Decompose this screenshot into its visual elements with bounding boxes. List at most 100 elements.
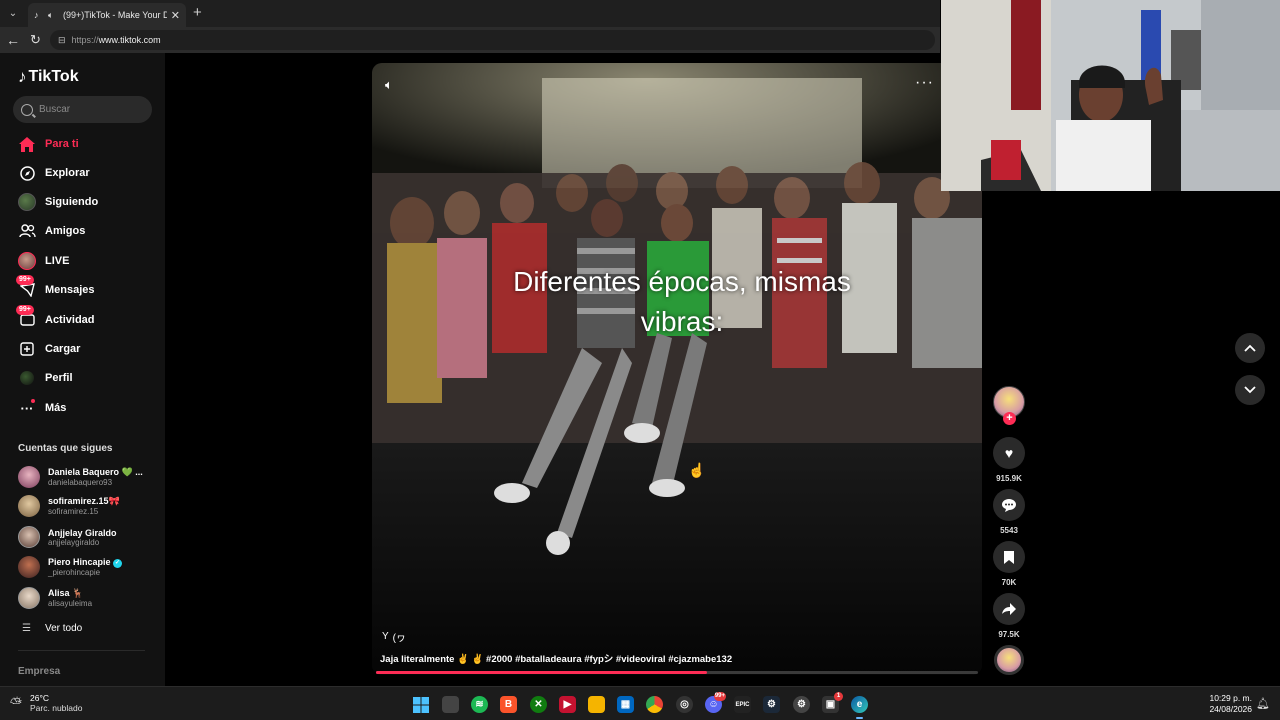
sidebar-item-mensajes[interactable]: 99+ Mensajes xyxy=(16,275,95,301)
notification-bell-icon[interactable]: 🔔︎ xyxy=(1256,697,1270,710)
mouse-cursor-icon: ☝ xyxy=(688,462,706,478)
video-overlay-text: Diferentes épocas, mismas vibras: xyxy=(372,262,992,342)
settings-icon[interactable]: ⚙ xyxy=(793,696,810,713)
app-red-icon[interactable]: ▶ xyxy=(559,696,576,713)
sidebar-item-label: Para ti xyxy=(45,138,79,150)
video-player[interactable] xyxy=(372,63,982,675)
url-host: www.tiktok.com xyxy=(98,35,161,45)
sidebar-item-label: Actividad xyxy=(45,314,95,326)
system-clock[interactable]: 10:29 p. m. 24/08/2026 xyxy=(1205,693,1252,715)
search-input[interactable] xyxy=(39,104,139,115)
discord-icon[interactable]: ☺ 99+ xyxy=(705,692,726,713)
sidebar-item-label: Perfil xyxy=(45,372,73,384)
follow-plus-icon[interactable]: + xyxy=(1003,412,1016,425)
sidebar-item-live[interactable]: LIVE xyxy=(18,250,69,272)
windows-start-icon[interactable] xyxy=(412,696,429,713)
heart-icon[interactable]: ♥ xyxy=(993,437,1025,469)
save-action[interactable]: 70K xyxy=(993,541,1025,587)
edge-icon[interactable]: e xyxy=(851,696,868,719)
sidebar-item-label: Cargar xyxy=(45,343,81,355)
following-account[interactable]: Daniela Baquero 💚 ... danielabaquero93 xyxy=(18,464,143,490)
sidebar-item-label: Mensajes xyxy=(45,284,95,296)
following-account[interactable]: Alisa 🦌 alisayuleima xyxy=(18,585,92,611)
sidebar-item-cargar[interactable]: Cargar xyxy=(18,338,80,360)
epic-games-icon[interactable]: EPIC xyxy=(734,696,751,713)
reload-button[interactable]: ↻ xyxy=(30,32,41,48)
weather-widget[interactable]: ⛅︎ 26°C Parc. nublado xyxy=(10,693,82,713)
music-disc-icon[interactable] xyxy=(994,645,1024,675)
more-options-icon[interactable]: ··· xyxy=(915,74,934,92)
account-name: Piero Hincapie ✓ xyxy=(48,557,123,568)
verified-icon: ✓ xyxy=(113,558,123,568)
messages-badge: 99+ xyxy=(16,275,34,285)
share-icon[interactable] xyxy=(993,593,1025,625)
following-account[interactable]: sofiramirez.15🎀 sofiramirez.15 xyxy=(18,493,120,519)
search-box[interactable] xyxy=(13,96,152,123)
tab-audio-icon[interactable]: 🔈︎ xyxy=(48,10,60,21)
effect-tag[interactable]: Y (ヮ xyxy=(382,629,406,644)
sidebar-item-explorar[interactable]: Explorar xyxy=(18,162,90,184)
share-count: 97.5K xyxy=(998,630,1020,639)
previous-video-button[interactable] xyxy=(1235,333,1265,363)
xbox-icon[interactable]: ✕ xyxy=(530,696,547,713)
see-all-label: Ver todo xyxy=(44,623,83,634)
following-account[interactable]: Piero Hincapie ✓ _pierohincapie xyxy=(18,554,123,580)
comment-action[interactable]: 5543 xyxy=(993,489,1025,535)
messages-icon: 99+ xyxy=(16,275,36,299)
microsoft-store-icon[interactable]: ▦ xyxy=(617,696,634,713)
volume-icon[interactable]: 🔈︎ xyxy=(385,77,393,93)
site-info-icon[interactable]: ⊟ xyxy=(58,35,66,46)
notification-app-icon[interactable]: ▣ 1 xyxy=(822,692,843,713)
browser-tab[interactable]: ♪ 🔈︎ (99+)TikTok - Make Your Day ✕ xyxy=(28,3,186,27)
comment-count: 5543 xyxy=(1000,526,1018,535)
see-all-link[interactable]: ☰ Ver todo xyxy=(22,623,82,634)
video-frame xyxy=(372,63,982,675)
effect-label: (ヮ xyxy=(392,633,407,644)
new-tab-button[interactable]: + xyxy=(193,4,202,21)
like-count: 915.9K xyxy=(996,474,1022,483)
bookmark-icon[interactable] xyxy=(993,541,1025,573)
sidebar-item-siguiendo[interactable]: Siguiendo xyxy=(18,191,98,213)
search-icon xyxy=(21,103,33,116)
sidebar-item-mas[interactable]: ··· Más xyxy=(18,397,66,419)
tiktok-logo[interactable]: ♪ TikTok xyxy=(18,67,79,87)
sidebar-item-amigos[interactable]: Amigos xyxy=(18,220,85,242)
next-video-button[interactable] xyxy=(1235,375,1265,405)
account-name: Alisa 🦌 xyxy=(48,588,84,598)
tab-list-button[interactable]: ⌄ xyxy=(4,5,22,22)
sidebar-item-label: Siguiendo xyxy=(45,196,99,208)
save-count: 70K xyxy=(1001,578,1017,587)
video-progress-bar[interactable] xyxy=(376,671,978,674)
file-explorer-icon[interactable] xyxy=(588,696,605,713)
back-button[interactable]: ← xyxy=(6,32,20,48)
more-icon: ··· xyxy=(20,399,35,416)
chrome-icon[interactable] xyxy=(646,696,663,713)
task-view-icon[interactable] xyxy=(442,696,459,713)
like-action[interactable]: ♥ 915.9K xyxy=(993,437,1025,483)
url-field[interactable]: ⊟ https://www.tiktok.com xyxy=(50,30,935,50)
tab-close-icon[interactable]: ✕ xyxy=(171,9,180,22)
company-link[interactable]: Empresa xyxy=(18,666,60,677)
app-badge: 1 xyxy=(834,692,843,701)
spotify-icon[interactable]: ≋ xyxy=(471,696,488,713)
sidebar-item-actividad[interactable]: 99+ Actividad xyxy=(16,305,95,331)
avatar xyxy=(18,466,40,488)
browser-tabbar: ⌄ ♪ 🔈︎ (99+)TikTok - Make Your Day ✕ + xyxy=(0,0,940,27)
overlay-line: Diferentes épocas, mismas xyxy=(513,266,851,297)
weather-temperature: 26°C xyxy=(30,693,50,703)
friends-icon xyxy=(18,222,36,240)
share-action[interactable]: 97.5K xyxy=(993,593,1025,639)
tab-title: (99+)TikTok - Make Your Day xyxy=(63,10,167,20)
steam-icon[interactable]: ⚙ xyxy=(763,696,780,713)
following-avatar xyxy=(18,193,36,211)
app-icon[interactable]: ◎ xyxy=(676,696,693,713)
following-account[interactable]: Anjjelay Giraldo anjjelaygiraldo xyxy=(18,524,117,550)
live-avatar xyxy=(18,252,36,270)
comment-icon[interactable] xyxy=(993,489,1025,521)
sidebar: ♪ TikTok Para ti Explorar Siguiendo Amig… xyxy=(0,53,165,686)
video-caption[interactable]: Jaja literalmente ✌ ✌ #2000 #batalladeau… xyxy=(380,651,732,665)
sidebar-item-para-ti[interactable]: Para ti xyxy=(18,133,79,155)
brave-icon[interactable]: B xyxy=(500,696,517,713)
sidebar-item-perfil[interactable]: Perfil xyxy=(18,367,73,389)
account-username: alisayuleima xyxy=(48,599,93,608)
